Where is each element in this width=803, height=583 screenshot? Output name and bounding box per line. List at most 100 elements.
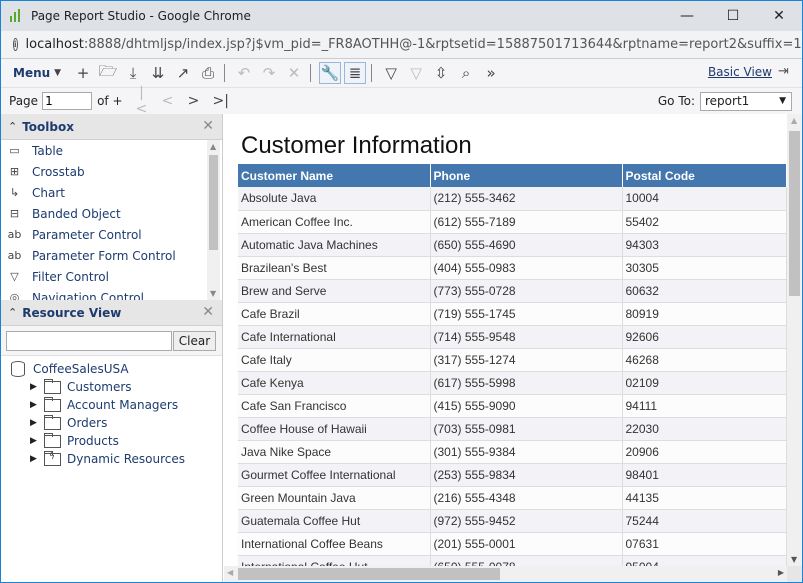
tree-root-item[interactable]: CoffeeSalesUSA — [1, 360, 222, 378]
clear-button[interactable]: Clear — [173, 331, 216, 351]
expand-arrow-icon[interactable]: ▶ — [30, 400, 42, 410]
close-resource-view-icon[interactable]: ✕ — [202, 304, 214, 320]
toolbox-item[interactable]: ▭ Table — [1, 140, 222, 161]
phone-cell: (253) 555-9834 — [430, 463, 623, 487]
filter-dollar-icon[interactable]: ▽ — [405, 62, 427, 84]
info-icon[interactable]: i — [13, 38, 18, 51]
resource-view-icon[interactable]: ≣ — [344, 62, 367, 84]
minimize-button[interactable]: — — [664, 1, 710, 31]
report-vertical-scrollbar[interactable]: ▲ ▼ — [787, 114, 802, 566]
toolbox-item[interactable]: ⊟ Banded Object — [1, 203, 222, 224]
report-horizontal-scrollbar[interactable]: ◀ ▶ — [224, 566, 787, 582]
next-page-icon[interactable]: > — [187, 93, 201, 109]
dropdown-arrow-icon: ▼ — [779, 96, 786, 106]
exit-icon[interactable]: ⇥ — [778, 64, 794, 81]
maximize-button[interactable]: ☐ — [710, 1, 756, 31]
undo-icon[interactable]: ↶ — [233, 62, 255, 84]
sort-icon[interactable]: ⇳ — [430, 62, 452, 84]
scrollbar-thumb[interactable] — [209, 155, 218, 250]
tree-root-label: CoffeeSalesUSA — [33, 362, 129, 376]
filter-control-icon: ▽ — [10, 270, 19, 283]
toolbox-item[interactable]: ab Parameter Control — [1, 224, 222, 245]
tree-item-label: Orders — [67, 416, 108, 430]
expand-arrow-icon[interactable]: ▶ — [30, 382, 42, 392]
table-row: Brazilean's Best (404) 555-0983 30305 — [238, 256, 787, 280]
scroll-up-icon[interactable]: ▲ — [210, 142, 216, 151]
toolbox-item[interactable]: ◎ Navigation Control — [1, 287, 222, 301]
table-row: International Coffee Beans (201) 555-0001… — [238, 532, 787, 556]
scroll-left-icon[interactable]: ◀ — [227, 568, 233, 577]
toolbox-item[interactable]: ▽ Filter Control — [1, 266, 222, 287]
dynamic-folder-icon: ϟ — [44, 450, 61, 466]
url-text[interactable]: localhost:8888/dhtmljsp/index.jsp?j$vm_p… — [25, 37, 802, 52]
open-folder-icon[interactable]: 🗁 — [97, 62, 119, 84]
phone-cell: (404) 555-0983 — [430, 256, 623, 280]
delete-icon[interactable]: ✕ — [283, 62, 305, 84]
url-host: localhost — [25, 37, 84, 52]
first-page-icon[interactable]: |< — [135, 85, 149, 117]
scroll-right-icon[interactable]: ▶ — [778, 568, 784, 577]
table-row: American Coffee Inc. (612) 555-7189 55402 — [238, 210, 787, 234]
phone-cell: (301) 555-9384 — [430, 440, 623, 464]
column-header-phone[interactable]: Phone — [430, 164, 623, 187]
tree-item[interactable]: ▶ Products — [1, 432, 222, 450]
customer-name-cell: International Coffee Beans — [238, 532, 431, 556]
basic-view-link[interactable]: Basic View — [708, 65, 772, 79]
search-icon[interactable]: ⌕ — [455, 62, 477, 84]
scrollbar-thumb[interactable] — [238, 568, 500, 580]
expand-arrow-icon[interactable]: ▶ — [30, 436, 42, 446]
customer-name-cell: Automatic Java Machines — [238, 233, 431, 257]
tree-item[interactable]: ▶ Customers — [1, 378, 222, 396]
expand-arrow-icon[interactable]: ▶ — [30, 418, 42, 428]
toolbox-item[interactable]: ⊞ Crosstab — [1, 161, 222, 182]
close-toolbox-icon[interactable]: ✕ — [202, 118, 214, 134]
table-row: Cafe Italy (317) 555-1274 46268 — [238, 348, 787, 372]
column-header-customer-name[interactable]: Customer Name — [238, 164, 431, 187]
export-icon[interactable]: ↗ — [172, 62, 194, 84]
toolbox-wrench-icon[interactable]: 🔧 — [319, 62, 342, 84]
page-number-input[interactable] — [42, 92, 93, 110]
close-button[interactable]: ✕ — [756, 1, 802, 31]
toolbox-item[interactable]: ab Parameter Form Control — [1, 245, 222, 266]
resource-search-input[interactable] — [6, 331, 172, 351]
tree-item[interactable]: ▶ Orders — [1, 414, 222, 432]
toolbox-item[interactable]: ↳ Chart — [1, 182, 222, 203]
menu-button[interactable]: Menu ▼ — [13, 66, 61, 80]
browser-window: Page Report Studio - Google Chrome — ☐ ✕… — [0, 0, 803, 583]
collapse-icon[interactable]: ⌃ — [8, 306, 17, 319]
resource-view-header[interactable]: ⌃ Resource View ✕ — [1, 300, 222, 326]
expand-arrow-icon[interactable]: ▶ — [30, 454, 42, 464]
phone-cell: (650) 555-0078 — [430, 555, 623, 566]
collapse-icon[interactable]: ⌃ — [8, 120, 17, 133]
save-icon[interactable]: ⤓ — [122, 62, 144, 84]
scrollbar-thumb[interactable] — [789, 131, 800, 296]
redo-icon[interactable]: ↷ — [258, 62, 280, 84]
table-row: Coffee House of Hawaii (703) 555-0981 2203… — [238, 417, 787, 441]
tree-item-label: Dynamic Resources — [67, 452, 186, 466]
scroll-up-icon[interactable]: ▲ — [791, 116, 797, 125]
postal-code-cell: 92606 — [622, 325, 787, 349]
resource-tree: CoffeeSalesUSA ▶ Customers ▶ Account Manage… — [1, 356, 222, 468]
previous-page-icon[interactable]: < — [161, 93, 175, 109]
more-icon[interactable]: » — [480, 62, 502, 84]
tree-item[interactable]: ▶ ϟ Dynamic Resources — [1, 450, 222, 468]
customer-name-cell: Cafe International — [238, 325, 431, 349]
toolbox-header[interactable]: ⌃ Toolbox ✕ — [1, 114, 222, 140]
folder-icon — [44, 396, 61, 412]
goto-report-select[interactable]: report1 ▼ — [700, 92, 792, 111]
scroll-down-icon[interactable]: ▼ — [791, 555, 797, 564]
new-icon[interactable]: + — [72, 62, 94, 84]
save-as-icon[interactable]: ⇊ — [147, 62, 169, 84]
toolbox-scrollbar[interactable]: ▲ ▼ — [207, 140, 220, 300]
column-header-postal-code[interactable]: Postal Code — [622, 164, 787, 187]
postal-code-cell: 94111 — [622, 394, 787, 418]
scroll-down-icon[interactable]: ▼ — [210, 289, 216, 298]
customer-name-cell: Cafe Kenya — [238, 371, 431, 395]
last-page-icon[interactable]: >| — [213, 93, 229, 109]
tree-item[interactable]: ▶ Account Managers — [1, 396, 222, 414]
filter-icon[interactable]: ▽ — [380, 62, 402, 84]
phone-cell: (719) 555-1745 — [430, 302, 623, 326]
print-icon[interactable]: ⎙ — [197, 62, 219, 84]
address-bar[interactable]: i localhost:8888/dhtmljsp/index.jsp?j$vm… — [1, 31, 802, 59]
left-panel: ⌃ Toolbox ✕ ▭ Table ⊞ Crosstab ↳ Chart ⊟ Banded… — [1, 114, 223, 582]
